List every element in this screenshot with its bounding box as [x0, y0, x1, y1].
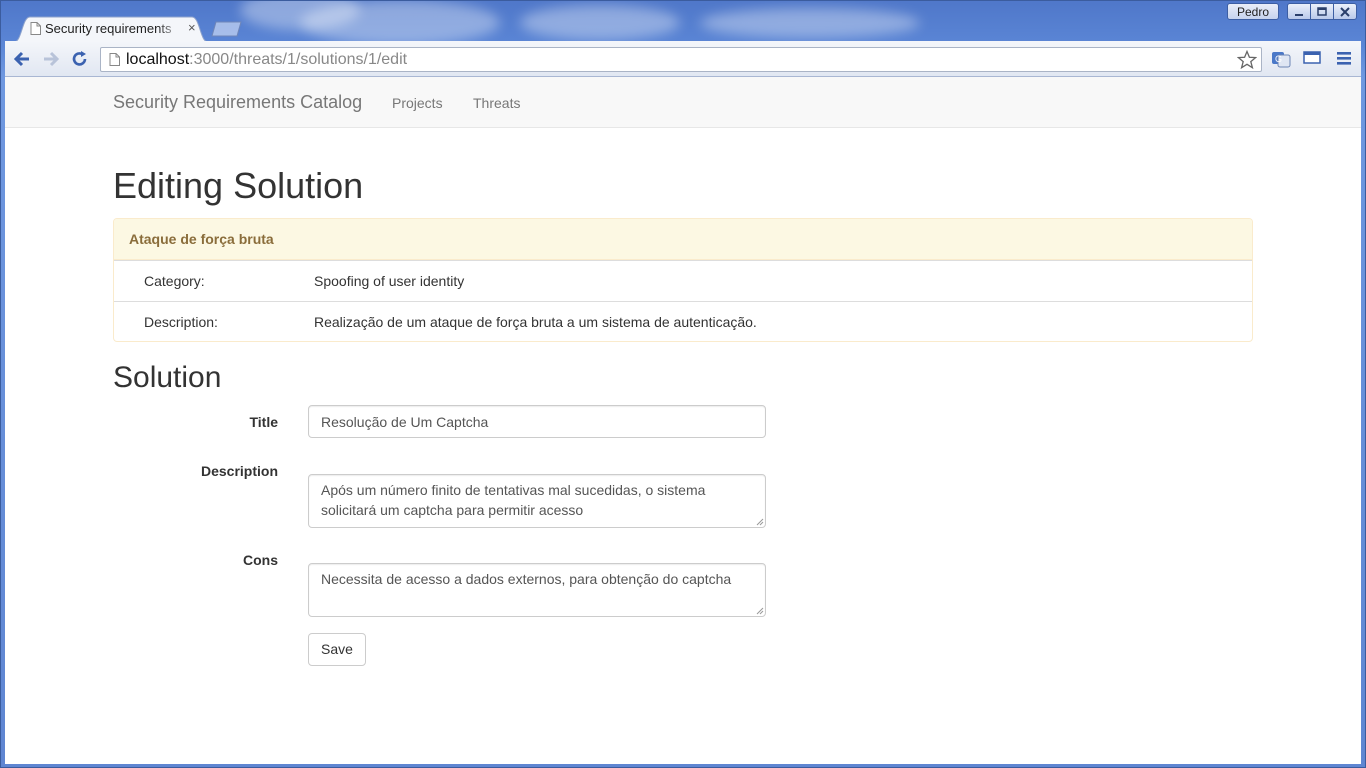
browser-tab-active[interactable]: Security requirements × [14, 16, 208, 42]
description-field-label: Description [200, 463, 278, 479]
page-icon [109, 53, 120, 66]
cons-textarea[interactable]: Necessita de acesso a dados externos, pa… [308, 563, 766, 617]
description-textarea[interactable]: Após um número finito de tentativas mal … [308, 474, 766, 528]
threat-panel: Ataque de força bruta Category: Spoofing… [113, 218, 1253, 342]
browser-toolbar: localhost:3000/threats/1/solutions/1/edi… [5, 41, 1361, 77]
title-label: Title [249, 414, 278, 430]
url-text: localhost:3000/threats/1/solutions/1/edi… [126, 51, 407, 69]
minimize-button[interactable] [1287, 3, 1311, 20]
navbar: Security Requirements Catalog Projects T… [5, 77, 1361, 128]
solution-section-title: Solution [113, 361, 222, 394]
category-value: Spoofing of user identity [314, 273, 465, 289]
browser-window: Pedro Security requirements × localhost:… [0, 0, 1366, 768]
title-input[interactable]: Resolução de Um Captcha [308, 405, 766, 438]
window-icon[interactable] [1303, 50, 1321, 66]
profile-button[interactable]: Pedro [1227, 3, 1279, 20]
reload-icon [72, 51, 87, 66]
minimize-icon [1295, 13, 1303, 16]
star-icon[interactable] [1237, 50, 1257, 70]
background-cloud [520, 5, 680, 40]
tab-close-icon[interactable]: × [188, 20, 196, 35]
threat-description-row: Description: Realização de um ataque de … [114, 301, 1252, 341]
forward-arrow-icon [44, 51, 60, 67]
background-cloud [700, 8, 920, 38]
reload-button[interactable] [70, 49, 90, 69]
page-icon [30, 22, 41, 35]
page-title: Editing Solution [113, 165, 364, 206]
cons-label: Cons [243, 552, 278, 568]
hamburger-menu-icon[interactable] [1336, 50, 1352, 66]
forward-button[interactable] [41, 49, 61, 69]
page-viewport: Security Requirements Catalog Projects T… [5, 77, 1361, 764]
navbar-brand[interactable]: Security Requirements Catalog [113, 92, 362, 113]
resize-grip-icon[interactable] [756, 518, 764, 526]
url-host: localhost [126, 51, 190, 68]
nav-link-threats[interactable]: Threats [473, 95, 520, 111]
close-icon [1340, 6, 1350, 17]
tab-title: Security requirements [45, 21, 172, 36]
background-cloud [300, 0, 500, 45]
description-label: Description: [144, 314, 218, 330]
address-bar[interactable]: localhost:3000/threats/1/solutions/1/edi… [100, 47, 1262, 72]
maximize-icon [1317, 6, 1327, 16]
translate-icon[interactable]: G [1271, 50, 1291, 68]
threat-category-row: Category: Spoofing of user identity [114, 260, 1252, 301]
back-button[interactable] [12, 49, 32, 69]
nav-link-projects[interactable]: Projects [392, 95, 443, 111]
close-window-button[interactable] [1333, 3, 1357, 20]
description-value: Realização de um ataque de força bruta a… [314, 314, 757, 330]
save-button[interactable]: Save [308, 633, 366, 666]
cons-textarea-text: Necessita de acesso a dados externos, pa… [321, 571, 732, 587]
threat-panel-heading: Ataque de força bruta [114, 219, 1252, 260]
url-path: :3000/threats/1/solutions/1/edit [189, 51, 408, 68]
category-label: Category: [144, 273, 205, 289]
description-textarea-text: Após um número finito de tentativas mal … [321, 482, 706, 518]
resize-grip-icon[interactable] [756, 607, 764, 615]
window-controls [1287, 3, 1357, 20]
new-tab-button[interactable] [211, 21, 243, 37]
maximize-button[interactable] [1310, 3, 1334, 20]
svg-text:G: G [1275, 54, 1282, 64]
back-arrow-icon [13, 51, 29, 67]
